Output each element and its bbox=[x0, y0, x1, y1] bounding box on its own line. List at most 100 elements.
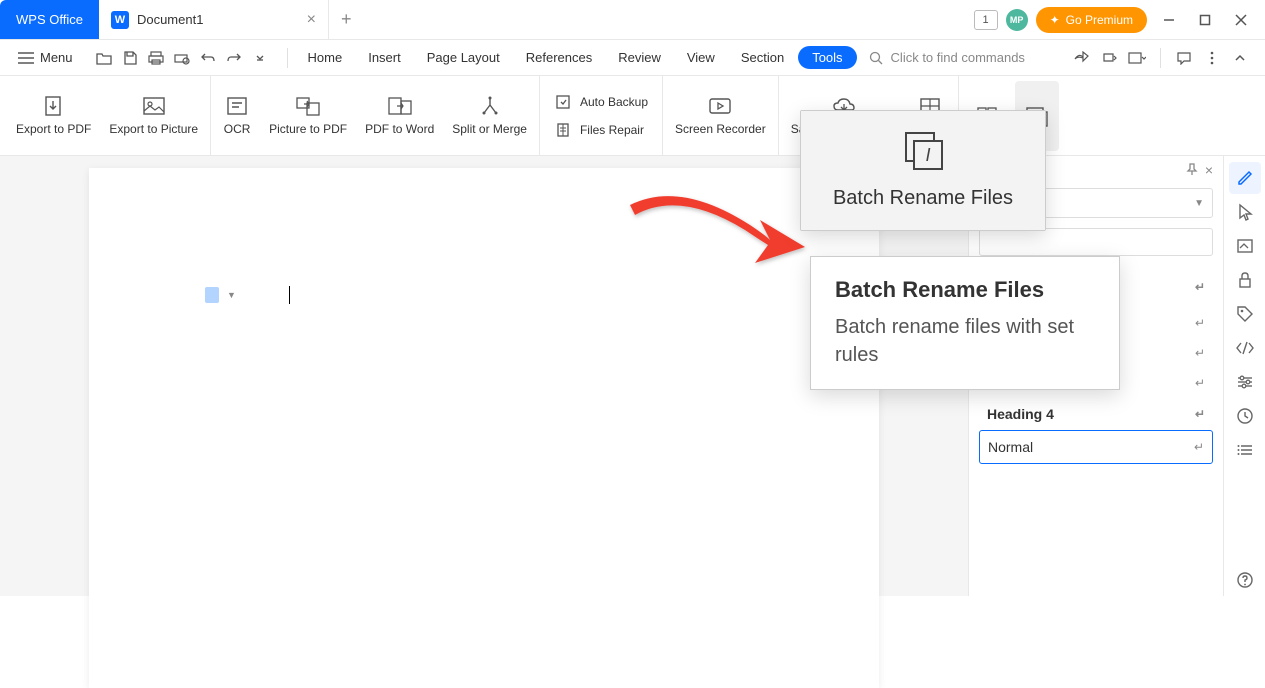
qat-more-icon[interactable] bbox=[249, 47, 271, 69]
ribbon-tools: Export to PDF Export to Picture OCR Pict… bbox=[0, 76, 1265, 156]
code-icon[interactable] bbox=[1229, 332, 1261, 364]
export-to-picture-button[interactable]: Export to Picture bbox=[103, 81, 204, 151]
notification-badge[interactable]: 1 bbox=[974, 10, 998, 30]
comments-icon[interactable] bbox=[1173, 47, 1195, 69]
chevron-down-icon[interactable]: ▼ bbox=[227, 290, 236, 300]
tooltip-title-label: Batch Rename Files bbox=[835, 277, 1095, 303]
lock-icon[interactable] bbox=[1229, 264, 1261, 296]
screen-recorder-button[interactable]: Screen Recorder bbox=[669, 81, 772, 151]
split-merge-icon bbox=[476, 94, 504, 118]
style-label: Normal bbox=[988, 439, 1033, 455]
popover-title-label: Batch Rename Files bbox=[815, 187, 1031, 210]
share-icon[interactable] bbox=[1070, 47, 1092, 69]
quick-access-toolbar bbox=[93, 47, 271, 69]
close-panel-icon[interactable]: × bbox=[1205, 162, 1213, 178]
print-icon[interactable] bbox=[145, 47, 167, 69]
files-repair-label: Files Repair bbox=[580, 123, 644, 137]
style-item-heading4[interactable]: Heading 4 ↵ bbox=[979, 398, 1213, 430]
batch-rename-tooltip: Batch Rename Files Batch rename files wi… bbox=[810, 256, 1120, 390]
edit-mode-icon[interactable] bbox=[1229, 162, 1261, 194]
app-name-label: WPS Office bbox=[16, 12, 83, 27]
export-picture-icon bbox=[140, 94, 168, 118]
export-picture-label: Export to Picture bbox=[109, 122, 198, 136]
ocr-icon bbox=[223, 94, 251, 118]
search-placeholder-label: Click to find commands bbox=[891, 50, 1025, 65]
select-icon[interactable] bbox=[1229, 196, 1261, 228]
tab-section[interactable]: Section bbox=[729, 44, 796, 71]
list-icon[interactable] bbox=[1229, 434, 1261, 466]
return-icon: ↵ bbox=[1195, 346, 1205, 360]
split-merge-label: Split or Merge bbox=[452, 122, 527, 136]
style-search-input[interactable] bbox=[979, 228, 1213, 256]
tab-home[interactable]: Home bbox=[296, 44, 355, 71]
close-tab-icon[interactable]: × bbox=[307, 11, 316, 29]
picture-to-pdf-label: Picture to PDF bbox=[269, 122, 347, 136]
new-tab-button[interactable]: + bbox=[329, 0, 364, 39]
auto-backup-button[interactable]: Auto Backup bbox=[546, 89, 656, 115]
maximize-button[interactable] bbox=[1191, 6, 1219, 34]
chevron-down-icon: ▼ bbox=[1194, 198, 1204, 209]
tag-icon[interactable] bbox=[1229, 298, 1261, 330]
tab-view[interactable]: View bbox=[675, 44, 727, 71]
export-pdf-icon bbox=[40, 94, 68, 118]
document-tab[interactable]: W Document1 × bbox=[99, 0, 329, 39]
ocr-label: OCR bbox=[224, 122, 251, 136]
redo-icon[interactable] bbox=[223, 47, 245, 69]
tab-page-layout[interactable]: Page Layout bbox=[415, 44, 512, 71]
auto-backup-icon bbox=[554, 93, 572, 111]
tab-insert[interactable]: Insert bbox=[356, 44, 413, 71]
style-item-normal[interactable]: Normal ↵ bbox=[979, 430, 1213, 464]
collapse-ribbon-icon[interactable] bbox=[1229, 47, 1251, 69]
navigation-icon[interactable] bbox=[1229, 230, 1261, 262]
files-repair-button[interactable]: Files Repair bbox=[546, 117, 656, 143]
user-avatar[interactable]: MP bbox=[1006, 9, 1028, 31]
auto-backup-label: Auto Backup bbox=[580, 95, 648, 109]
export-to-pdf-button[interactable]: Export to PDF bbox=[10, 81, 97, 151]
close-window-button[interactable] bbox=[1227, 6, 1255, 34]
picture-to-pdf-icon bbox=[294, 94, 322, 118]
annotation-arrow bbox=[620, 185, 810, 285]
history-icon[interactable] bbox=[1229, 400, 1261, 432]
popover-header[interactable]: I Batch Rename Files bbox=[801, 111, 1045, 230]
print-preview-icon[interactable] bbox=[171, 47, 193, 69]
ocr-button[interactable]: OCR bbox=[217, 81, 257, 151]
screen-recorder-icon bbox=[706, 94, 734, 118]
pdf-to-word-label: PDF to Word bbox=[365, 122, 434, 136]
page-marker-icon[interactable] bbox=[205, 287, 219, 303]
help-icon[interactable] bbox=[1229, 564, 1261, 596]
tab-tools[interactable]: Tools bbox=[798, 46, 856, 69]
save-icon[interactable] bbox=[119, 47, 141, 69]
side-toolbar bbox=[1223, 156, 1265, 596]
text-caret bbox=[289, 286, 290, 304]
menu-button[interactable]: Menu bbox=[8, 46, 83, 69]
picture-to-pdf-button[interactable]: Picture to PDF bbox=[263, 81, 353, 151]
export-pdf-label: Export to PDF bbox=[16, 122, 91, 136]
command-search[interactable]: Click to find commands bbox=[859, 50, 1068, 65]
pdf-to-word-button[interactable]: PDF to Word bbox=[359, 81, 440, 151]
more-icon[interactable] bbox=[1201, 47, 1223, 69]
go-premium-button[interactable]: ✦ Go Premium bbox=[1036, 7, 1147, 33]
tab-references[interactable]: References bbox=[514, 44, 604, 71]
screen-recorder-label: Screen Recorder bbox=[675, 122, 766, 136]
files-repair-icon bbox=[554, 121, 572, 139]
batch-rename-popover: I Batch Rename Files bbox=[800, 110, 1046, 231]
split-or-merge-button[interactable]: Split or Merge bbox=[446, 81, 533, 151]
return-icon: ↵ bbox=[1195, 376, 1205, 390]
minimize-button[interactable] bbox=[1155, 6, 1183, 34]
batch-rename-large-icon: I bbox=[900, 129, 946, 173]
page-marker: ▼ bbox=[205, 286, 290, 304]
return-icon: ↵ bbox=[1195, 316, 1205, 330]
document-icon: W bbox=[111, 11, 129, 29]
settings-dropdown-icon[interactable] bbox=[1126, 47, 1148, 69]
menu-bar: Menu Home Insert Page Layout References … bbox=[0, 40, 1265, 76]
return-icon: ↵ bbox=[1194, 440, 1204, 454]
return-icon: ↵ bbox=[1195, 407, 1205, 421]
undo-icon[interactable] bbox=[197, 47, 219, 69]
sliders-icon[interactable] bbox=[1229, 366, 1261, 398]
open-icon[interactable] bbox=[93, 47, 115, 69]
tab-review[interactable]: Review bbox=[606, 44, 673, 71]
document-title-label: Document1 bbox=[137, 12, 203, 27]
sync-icon[interactable] bbox=[1098, 47, 1120, 69]
app-tab[interactable]: WPS Office bbox=[0, 0, 99, 39]
pin-icon[interactable] bbox=[1185, 162, 1199, 178]
